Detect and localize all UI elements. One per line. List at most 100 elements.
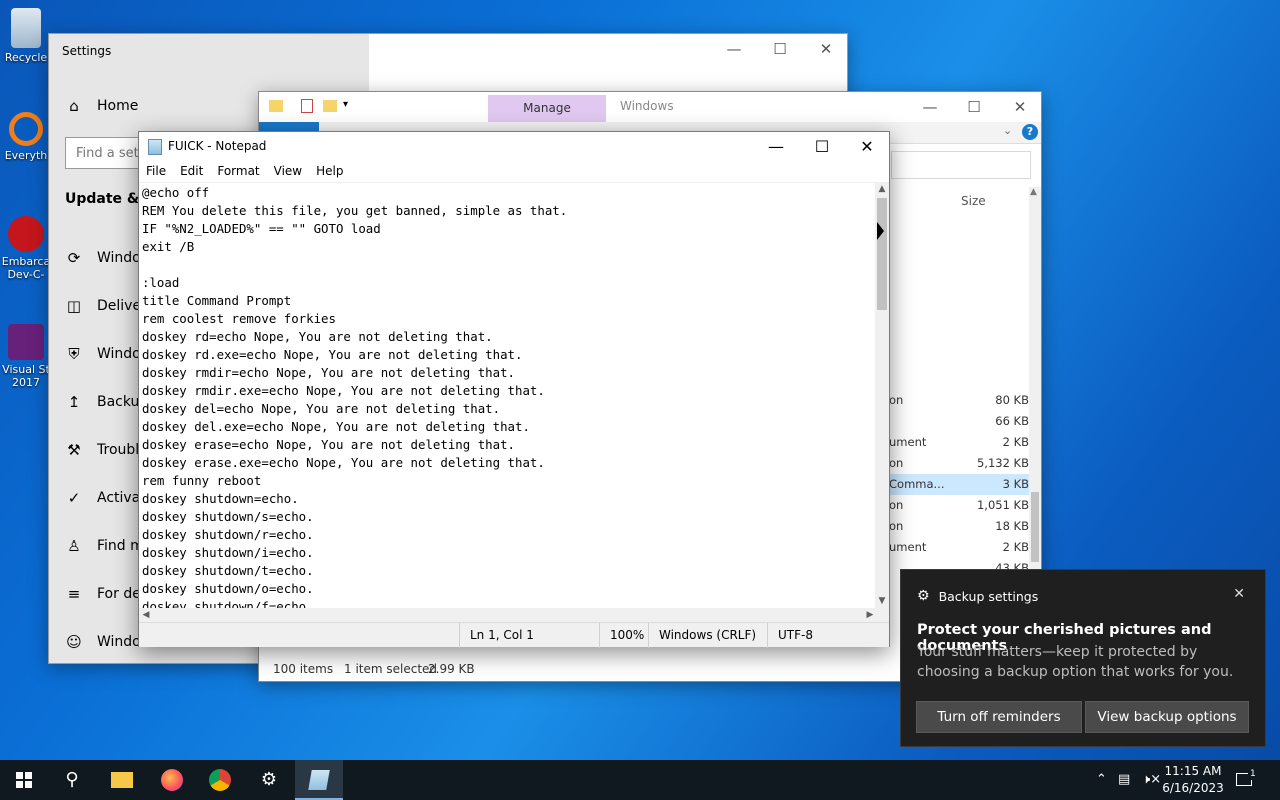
file-row[interactable]: ument 2 KB [889, 432, 1029, 453]
settings-item-for-developers[interactable]: ≡ For dev [65, 584, 149, 604]
search-button[interactable]: ⚲ [48, 760, 96, 800]
file-row[interactable]: 66 KB [889, 411, 1029, 432]
notepad-statusbar: Ln 1, Col 1 100% Windows (CRLF) UTF-8 [139, 622, 889, 648]
notepad-minimize-button[interactable]: — [753, 132, 799, 162]
notepad-content[interactable]: @echo off REM You delete this file, you … [139, 183, 877, 608]
developer-icon: ≡ [67, 585, 81, 603]
manage-tab[interactable]: Manage [488, 95, 606, 122]
scroll-down-icon[interactable]: ▼ [875, 594, 889, 608]
help-icon[interactable]: ? [1022, 124, 1038, 140]
desktop-icon-label: Visual St [2, 363, 50, 376]
toast-body: Your stuff matters—keep it protected by … [917, 644, 1234, 680]
search-icon: ⚲ [65, 769, 79, 790]
file-row[interactable]: on 18 KB [889, 516, 1029, 537]
taskbar-notepad[interactable] [295, 760, 343, 800]
settings-close-button[interactable]: ✕ [803, 34, 849, 64]
network-icon[interactable]: ▤ [1118, 760, 1130, 800]
encoding: UTF-8 [767, 623, 813, 648]
settings-item-backup[interactable]: ↥ Backup [65, 392, 149, 412]
file-row[interactable]: on 1,051 KB [889, 495, 1029, 516]
menu-view[interactable]: View [267, 162, 309, 182]
file-row[interactable]: on 80 KB [889, 390, 1029, 411]
toast-header: ⚙ Backup settings [917, 588, 1038, 604]
gear-icon: ⚙ [260, 769, 278, 790]
notepad-text-area[interactable]: @echo off REM You delete this file, you … [139, 182, 877, 608]
settings-item-label: Find m [97, 538, 144, 554]
notepad-vertical-scrollbar[interactable]: ▲ ▼ [875, 182, 889, 608]
file-row-selected[interactable]: Comma... 3 KB [889, 474, 1029, 495]
chevron-up-icon[interactable]: ▲ [1030, 187, 1037, 197]
settings-item-windows-security[interactable]: ⛨ Windo [65, 344, 141, 364]
insider-icon: ☺ [66, 633, 82, 651]
explorer-maximize-button[interactable]: ☐ [951, 92, 997, 122]
settings-item-delivery[interactable]: ◫ Deliver [65, 296, 147, 316]
notepad-window: FUICK - Notepad — ☐ ✕ File Edit Format V… [138, 131, 890, 648]
show-hidden-icons[interactable]: ⌃ [1096, 760, 1107, 800]
toast-close-icon[interactable]: ✕ [1233, 586, 1245, 602]
explorer-minimize-button[interactable]: — [907, 92, 953, 122]
selection-info: 1 item selected [344, 662, 438, 676]
settings-maximize-button[interactable]: ☐ [757, 34, 803, 64]
explorer-scrollbar-thumb[interactable] [1031, 492, 1039, 562]
menu-edit[interactable]: Edit [173, 162, 210, 182]
desktop-icon-devcpp[interactable]: Embarca Dev-C- [0, 216, 52, 281]
chrome-icon [209, 769, 231, 791]
settings-item-windows-insider[interactable]: ☺ Windo [65, 632, 141, 652]
settings-minimize-button[interactable]: — [711, 34, 757, 64]
action-center-button[interactable]: 1 [1236, 760, 1266, 800]
search-box[interactable] [891, 151, 1031, 179]
settings-item-windows-update[interactable]: ⟳ Windo [65, 248, 141, 268]
settings-item-find-my-device[interactable]: ♙ Find m [65, 536, 144, 556]
desktop-icon-label: Everyth [4, 149, 48, 162]
taskbar-firefox[interactable] [148, 760, 196, 800]
notepad-maximize-button[interactable]: ☐ [799, 132, 845, 162]
zoom-level: 100% [599, 623, 644, 648]
notepad-close-button[interactable]: ✕ [844, 132, 890, 162]
volume-muted-icon[interactable]: 🕨× [1142, 760, 1161, 800]
toast-app-name: Backup settings [938, 588, 1039, 604]
explorer-titlebar: ▾ Manage Windows — ☐ ✕ [259, 92, 1041, 122]
desktop-icon-recycle-bin[interactable]: Recycle [0, 8, 52, 64]
file-row[interactable]: ument 2 KB [889, 537, 1029, 558]
taskbar: ⚲ ⚙ ⌃ ▤ 🕨× 11:15 AM 6/16/2023 1 [0, 760, 1280, 800]
explorer-close-button[interactable]: ✕ [997, 92, 1043, 122]
taskbar-clock[interactable]: 11:15 AM 6/16/2023 [1162, 763, 1224, 797]
settings-item-troubleshoot[interactable]: ⚒ Trouble [65, 440, 148, 460]
desktop-icon-visual-studio[interactable]: Visual St 2017 [0, 324, 52, 389]
notepad-icon [148, 139, 162, 155]
cursor-position: Ln 1, Col 1 [459, 623, 534, 648]
notepad-title: FUICK - Notepad [168, 139, 267, 153]
notepad-horizontal-scrollbar[interactable]: ◀ ▶ [139, 608, 877, 622]
menu-help[interactable]: Help [309, 162, 350, 182]
start-button[interactable] [0, 760, 48, 800]
menu-file[interactable]: File [139, 162, 173, 182]
settings-item-activation[interactable]: ✓ Activat [65, 488, 146, 508]
settings-item-label: Windo [97, 346, 141, 362]
check-circle-icon: ✓ [67, 489, 81, 507]
firefox-icon [161, 769, 183, 791]
everything-search-icon [9, 112, 43, 146]
file-row[interactable]: on 5,132 KB [889, 453, 1029, 474]
chevron-down-icon[interactable]: ▾ [343, 99, 348, 110]
size-column-header[interactable]: Size [961, 194, 986, 208]
chevron-down-icon[interactable]: ⌄ [1003, 124, 1012, 137]
folder-icon [111, 772, 133, 788]
scroll-left-icon[interactable]: ◀ [139, 608, 153, 622]
desktop-icon-everything[interactable]: Everyth [0, 112, 52, 162]
taskbar-file-explorer[interactable] [98, 760, 146, 800]
notepad-scrollbar-thumb[interactable] [877, 198, 887, 310]
scroll-up-icon[interactable]: ▲ [875, 182, 889, 196]
settings-home[interactable]: ⌂ Home [65, 96, 138, 116]
desktop-icon-label: 2017 [12, 376, 40, 389]
backup-toast-notification[interactable]: ⚙ Backup settings ✕ Protect your cherish… [900, 569, 1266, 747]
view-backup-options-button[interactable]: View backup options [1085, 701, 1249, 733]
menu-format[interactable]: Format [210, 162, 266, 182]
taskbar-chrome[interactable] [196, 760, 244, 800]
new-folder-icon [323, 100, 337, 112]
notepad-icon [308, 770, 330, 790]
scrollbar-corner [875, 608, 889, 622]
turn-off-reminders-button[interactable]: Turn off reminders [916, 701, 1082, 733]
recycle-bin-icon [11, 8, 41, 48]
taskbar-settings[interactable]: ⚙ [245, 760, 293, 800]
notification-count: 1 [1248, 769, 1258, 780]
